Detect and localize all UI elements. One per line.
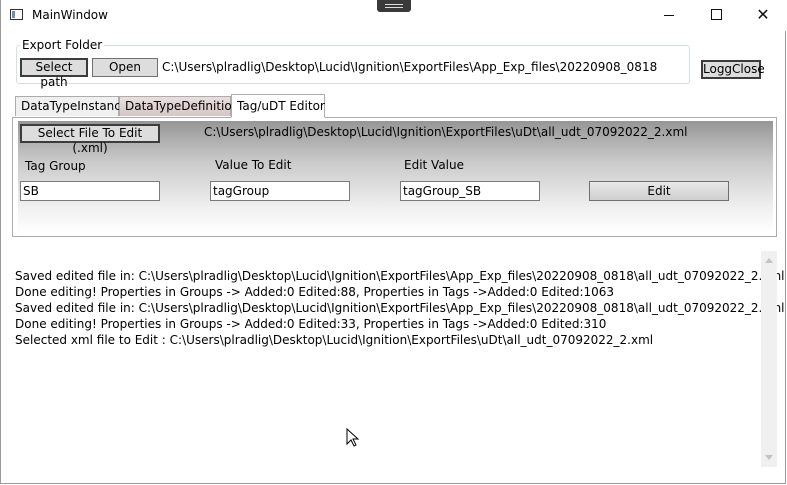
- value-to-edit-label: Value To Edit: [215, 158, 292, 172]
- drag-grip-icon[interactable]: [377, 0, 411, 12]
- tab-tag-udt-editor[interactable]: Tag/uDT Editor: [231, 94, 325, 118]
- main-window: MainWindow ✕ Export Folder Select path O…: [0, 0, 787, 484]
- app-window-icon: [10, 9, 23, 20]
- edit-button[interactable]: Edit: [589, 181, 729, 201]
- maximize-button[interactable]: [693, 0, 739, 31]
- log-line: Saved edited file in: C:\Users\plradlig\…: [15, 301, 785, 315]
- tag-group-label: Tag Group: [25, 159, 86, 173]
- scroll-down-icon[interactable]: [765, 455, 773, 460]
- logg-close-button[interactable]: LoggClose: [701, 60, 765, 79]
- close-button[interactable]: ✕: [740, 0, 786, 31]
- log-line: Done editing! Properties in Groups -> Ad…: [15, 285, 615, 299]
- select-file-button[interactable]: Select File To Edit (.xml): [20, 124, 160, 155]
- tab-datatypedefinition[interactable]: DataTypeDefinition: [119, 96, 239, 116]
- tag-group-input[interactable]: SB: [20, 181, 160, 201]
- export-path-text: C:\Users\plradlig\Desktop\Lucid\Ignition…: [162, 60, 658, 74]
- open-button[interactable]: Open: [92, 58, 158, 77]
- minimize-button[interactable]: [646, 0, 692, 31]
- mouse-cursor-icon: [346, 428, 360, 447]
- export-folder-label: Export Folder: [20, 38, 105, 52]
- log-lines: Saved edited file in: C:\Users\plradlig\…: [13, 268, 784, 348]
- selected-file-path: C:\Users\plradlig\Desktop\Lucid\Ignition…: [204, 125, 688, 139]
- select-path-button[interactable]: Select path: [20, 58, 88, 89]
- log-textbox[interactable]: Saved edited file in: C:\Users\plradlig\…: [13, 251, 784, 467]
- log-scrollbar[interactable]: [761, 251, 777, 467]
- edit-value-input[interactable]: tagGroup_SB: [400, 181, 540, 201]
- edit-value-label: Edit Value: [404, 158, 465, 172]
- window-title: MainWindow: [32, 8, 108, 22]
- title-bar[interactable]: MainWindow ✕: [1, 0, 787, 31]
- value-to-edit-input[interactable]: tagGroup: [210, 181, 350, 201]
- tab-datatypeinstance[interactable]: DataTypeInstance: [15, 96, 128, 116]
- maximize-icon: [710, 8, 722, 20]
- log-line: Done editing! Properties in Groups -> Ad…: [15, 317, 607, 331]
- minimize-icon: [664, 15, 674, 16]
- scroll-up-icon[interactable]: [765, 258, 773, 263]
- log-line: Saved edited file in: C:\Users\plradlig\…: [15, 269, 785, 283]
- log-line: Selected xml file to Edit : C:\Users\plr…: [15, 333, 654, 347]
- close-icon: ✕: [756, 5, 770, 24]
